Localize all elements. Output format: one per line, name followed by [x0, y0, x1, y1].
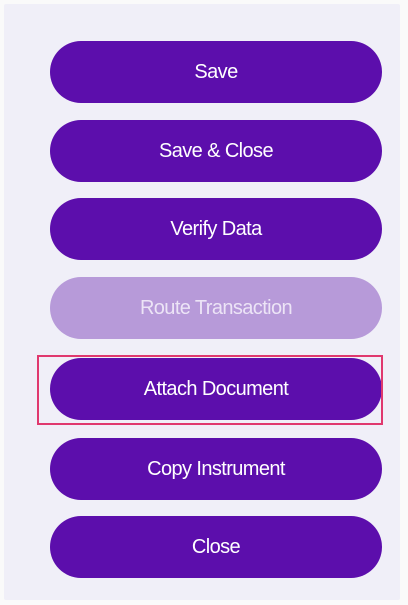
save-and-close-button[interactable]: Save & Close	[50, 120, 382, 182]
attach-document-button[interactable]: Attach Document	[50, 358, 382, 420]
verify-data-button[interactable]: Verify Data	[50, 198, 382, 260]
route-transaction-button: Route Transaction	[50, 277, 382, 339]
action-panel: Save Save & Close Verify Data Route Tran…	[4, 4, 400, 600]
save-button[interactable]: Save	[50, 41, 382, 103]
close-button[interactable]: Close	[50, 516, 382, 578]
copy-instrument-button[interactable]: Copy Instrument	[50, 438, 382, 500]
